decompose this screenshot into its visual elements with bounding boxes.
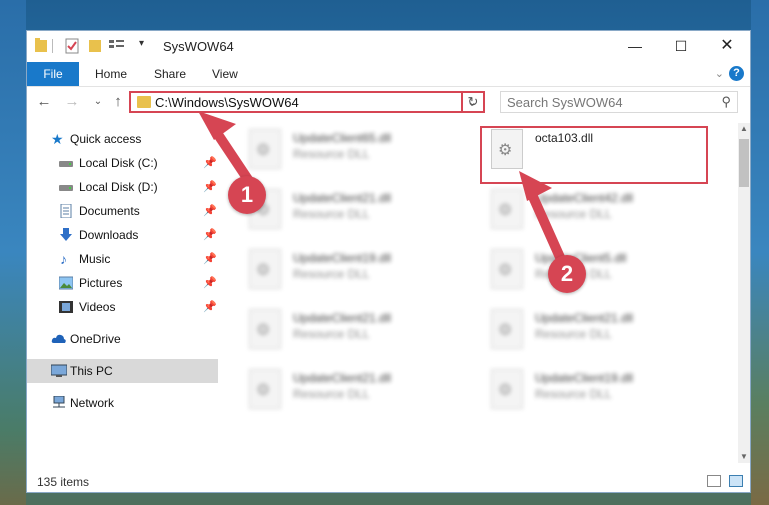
annotation-arrows xyxy=(198,111,568,269)
step-1-badge: 1 xyxy=(228,176,266,214)
step-2-badge: 2 xyxy=(548,255,586,293)
